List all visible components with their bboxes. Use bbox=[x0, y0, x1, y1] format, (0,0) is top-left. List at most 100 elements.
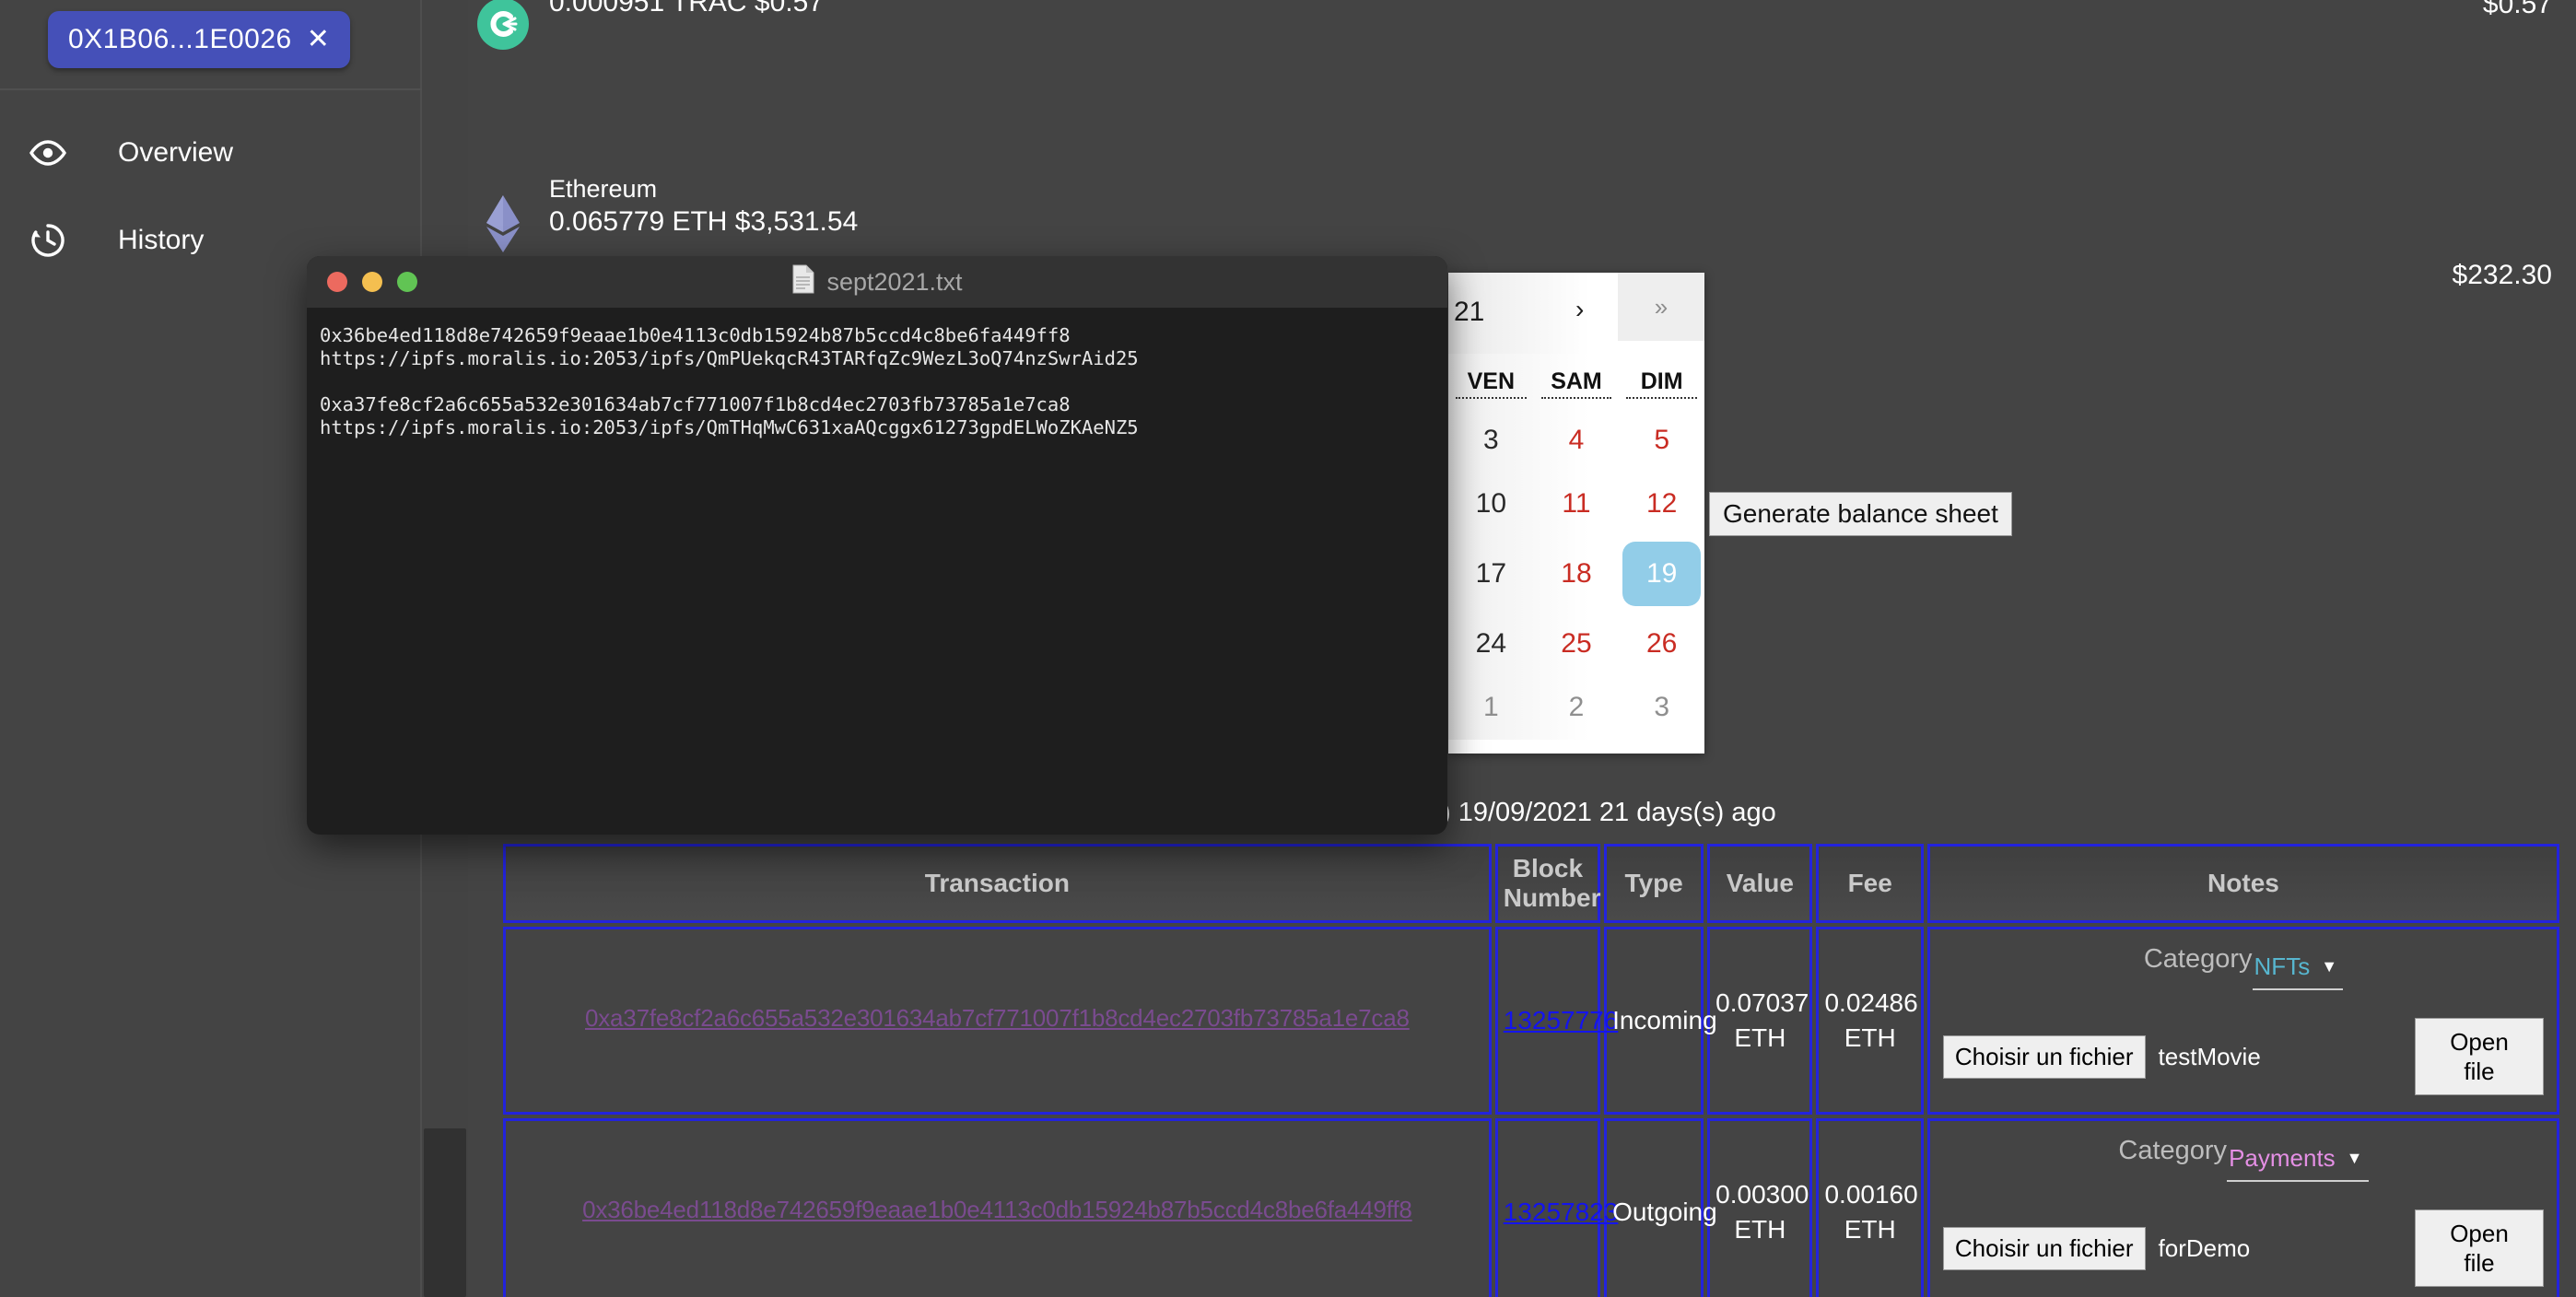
token-amount-trac: 0.000951 TRAC $0.57 bbox=[549, 0, 824, 18]
token-row-trac: 0.000951 TRAC $0.57 $0.57 bbox=[468, 0, 2576, 68]
open-file-button[interactable]: Open file bbox=[2415, 1209, 2544, 1287]
token-name-ethereum: Ethereum bbox=[549, 175, 658, 203]
chevron-down-icon: ▼ bbox=[2346, 1149, 2363, 1167]
weekday-label: DIM bbox=[1626, 368, 1697, 399]
cell-fee: 0.02486 ETH bbox=[1816, 927, 1924, 1115]
category-dropdown[interactable]: Payments ▼ bbox=[2227, 1144, 2369, 1182]
date-picker-day[interactable]: 25 bbox=[1534, 612, 1620, 676]
cell-type: Incoming bbox=[1604, 927, 1717, 1115]
table-header: Transaction Block Number Type Value Fee … bbox=[503, 844, 2559, 923]
window-title-label: sept2021.txt bbox=[826, 267, 963, 296]
minimize-window-button[interactable] bbox=[362, 272, 382, 292]
close-icon[interactable]: ✕ bbox=[307, 26, 331, 53]
next-year-icon[interactable]: » bbox=[1618, 273, 1704, 341]
table-row: 0xa37fe8cf2a6c655a532e301634ab7cf771007f… bbox=[503, 927, 2559, 1115]
token-row-ethereum: Ethereum 0.065779 ETH $3,531.54 $232.30 bbox=[468, 169, 2576, 290]
wallet-address-label: 0X1B06...1E0026 bbox=[68, 24, 292, 54]
category-label: Category bbox=[2143, 944, 2253, 974]
wallet-address-chip[interactable]: 0X1B06...1E0026 ✕ bbox=[48, 11, 351, 68]
text-editor-window[interactable]: sept2021.txt 0x36be4ed118d8e742659f9eaae… bbox=[307, 256, 1447, 835]
date-picker-day[interactable]: 10 bbox=[1448, 473, 1534, 537]
cell-fee: 0.00160 ETH bbox=[1816, 1118, 1924, 1297]
column-header-notes: Notes bbox=[1926, 844, 2559, 923]
cell-transaction: 0x36be4ed118d8e742659f9eaae1b0e4113c0db1… bbox=[503, 1118, 1492, 1297]
date-picker-day[interactable]: 2 bbox=[1534, 675, 1620, 740]
token-info-ethereum: Ethereum 0.065779 ETH $3,531.54 bbox=[549, 173, 858, 240]
date-picker-day[interactable]: 18 bbox=[1534, 536, 1620, 612]
date-picker-day[interactable]: 5 bbox=[1619, 408, 1704, 473]
close-window-button[interactable] bbox=[327, 272, 347, 292]
app-root: 0X1B06...1E0026 ✕ Overview History 0.000… bbox=[0, 0, 2576, 1297]
selected-date-caption: ) 19/09/2021 21 days(s) ago bbox=[1442, 798, 1776, 827]
category-value: Payments bbox=[2229, 1144, 2336, 1172]
block-number-link[interactable]: 13257776 bbox=[1504, 1006, 1619, 1034]
category-label: Category bbox=[2118, 1136, 2228, 1165]
token-balance-list: 0.000951 TRAC $0.57 $0.57 Ethereum 0.065… bbox=[468, 0, 2576, 290]
date-picker-day[interactable]: 3 bbox=[1448, 408, 1534, 473]
document-icon bbox=[791, 264, 815, 300]
window-controls[interactable] bbox=[327, 272, 417, 292]
table-body: 0xa37fe8cf2a6c655a532e301634ab7cf771007f… bbox=[503, 927, 2559, 1297]
date-picker-grid: 3 4 5 10 11 12 17 18 19 24 25 26 1 2 3 bbox=[1448, 408, 1704, 740]
cell-type: Outgoing bbox=[1604, 1118, 1717, 1297]
column-header-value: Value bbox=[1707, 844, 1813, 923]
transaction-hash-link[interactable]: 0xa37fe8cf2a6c655a532e301634ab7cf771007f… bbox=[585, 1004, 1410, 1033]
editor-text-content[interactable]: 0x36be4ed118d8e742659f9eaae1b0e4113c0db1… bbox=[307, 308, 1447, 456]
date-picker-weekdays: VEN SAM DIM bbox=[1448, 354, 1704, 408]
trac-icon bbox=[477, 0, 529, 50]
date-picker[interactable]: 21 › » VEN SAM DIM 3 4 5 10 11 12 17 18 19 24 25 26… bbox=[1448, 273, 1704, 754]
choose-file-button[interactable]: Choisir un fichier bbox=[1942, 1226, 2146, 1270]
eye-icon bbox=[4, 140, 92, 166]
block-number-link[interactable]: 13257823 bbox=[1504, 1198, 1619, 1226]
table-header-row: Transaction Block Number Type Value Fee … bbox=[503, 844, 2559, 923]
next-month-icon[interactable]: › bbox=[1575, 295, 1584, 324]
generate-balance-sheet-tooltip: Generate balance sheet bbox=[1709, 492, 2012, 536]
chosen-file-name: forDemo bbox=[2158, 1233, 2251, 1262]
window-titlebar[interactable]: sept2021.txt bbox=[307, 256, 1447, 308]
token-usd-ethereum: $232.30 bbox=[2452, 260, 2552, 290]
date-picker-day[interactable]: 1 bbox=[1448, 675, 1534, 740]
date-picker-day[interactable]: 11 bbox=[1534, 473, 1620, 537]
weekday-label: SAM bbox=[1540, 368, 1612, 399]
date-picker-day[interactable]: 24 bbox=[1448, 612, 1534, 676]
category-value: NFTs bbox=[2254, 952, 2311, 980]
sidebar-item-label: Overview bbox=[118, 137, 234, 168]
column-header-type: Type bbox=[1604, 844, 1704, 923]
cell-transaction: 0xa37fe8cf2a6c655a532e301634ab7cf771007f… bbox=[503, 927, 1492, 1115]
sidebar-item-overview[interactable]: Overview bbox=[0, 109, 422, 197]
wallet-row: 0X1B06...1E0026 ✕ bbox=[0, 0, 422, 90]
weekday-label: VEN bbox=[1456, 368, 1527, 399]
maximize-window-button[interactable] bbox=[397, 272, 417, 292]
ethereum-icon bbox=[483, 193, 523, 259]
chosen-file-name: testMovie bbox=[2158, 1042, 2261, 1070]
cell-block-number: 13257823 bbox=[1494, 1118, 1618, 1297]
chevron-down-icon: ▼ bbox=[2321, 957, 2338, 976]
date-picker-day[interactable]: 17 bbox=[1448, 536, 1534, 612]
transactions-table: Transaction Block Number Type Value Fee … bbox=[499, 840, 2563, 1297]
history-icon bbox=[4, 222, 92, 259]
date-picker-day[interactable]: 3 bbox=[1619, 675, 1704, 740]
cell-value: 0.00300 ETH bbox=[1707, 1118, 1813, 1297]
column-header-block-number: Block Number bbox=[1494, 844, 1601, 923]
date-picker-day[interactable]: 26 bbox=[1619, 612, 1704, 676]
open-file-button[interactable]: Open file bbox=[2415, 1018, 2544, 1095]
date-picker-year: 21 bbox=[1454, 297, 1485, 327]
column-header-fee: Fee bbox=[1816, 844, 1924, 923]
table-row: 0x36be4ed118d8e742659f9eaae1b0e4113c0db1… bbox=[503, 1118, 2559, 1297]
cell-notes: Category Payments ▼ Choisir un fichier forDe… bbox=[1926, 1118, 2559, 1297]
token-usd-trac: $0.57 bbox=[2482, 0, 2552, 19]
page-scrollbar-thumb[interactable] bbox=[424, 1128, 466, 1297]
transaction-hash-link[interactable]: 0x36be4ed118d8e742659f9eaae1b0e4113c0db1… bbox=[582, 1196, 1412, 1224]
date-picker-day[interactable]: 12 bbox=[1619, 473, 1704, 537]
category-dropdown[interactable]: NFTs ▼ bbox=[2252, 952, 2344, 990]
date-picker-day[interactable]: 4 bbox=[1534, 408, 1620, 473]
cell-notes: Category NFTs ▼ Choisir un fichier testMovie… bbox=[1926, 927, 2559, 1115]
token-amount-ethereum: 0.065779 ETH $3,531.54 bbox=[549, 206, 859, 237]
cell-value: 0.07037 ETH bbox=[1707, 927, 1813, 1115]
cell-block-number: 13257776 bbox=[1494, 927, 1618, 1115]
choose-file-button[interactable]: Choisir un fichier bbox=[1942, 1034, 2146, 1079]
date-picker-header: 21 › » bbox=[1448, 273, 1704, 354]
sidebar-item-label: History bbox=[118, 225, 205, 255]
column-header-transaction: Transaction bbox=[503, 844, 1492, 923]
date-picker-day[interactable]: 19 bbox=[1622, 542, 1701, 606]
